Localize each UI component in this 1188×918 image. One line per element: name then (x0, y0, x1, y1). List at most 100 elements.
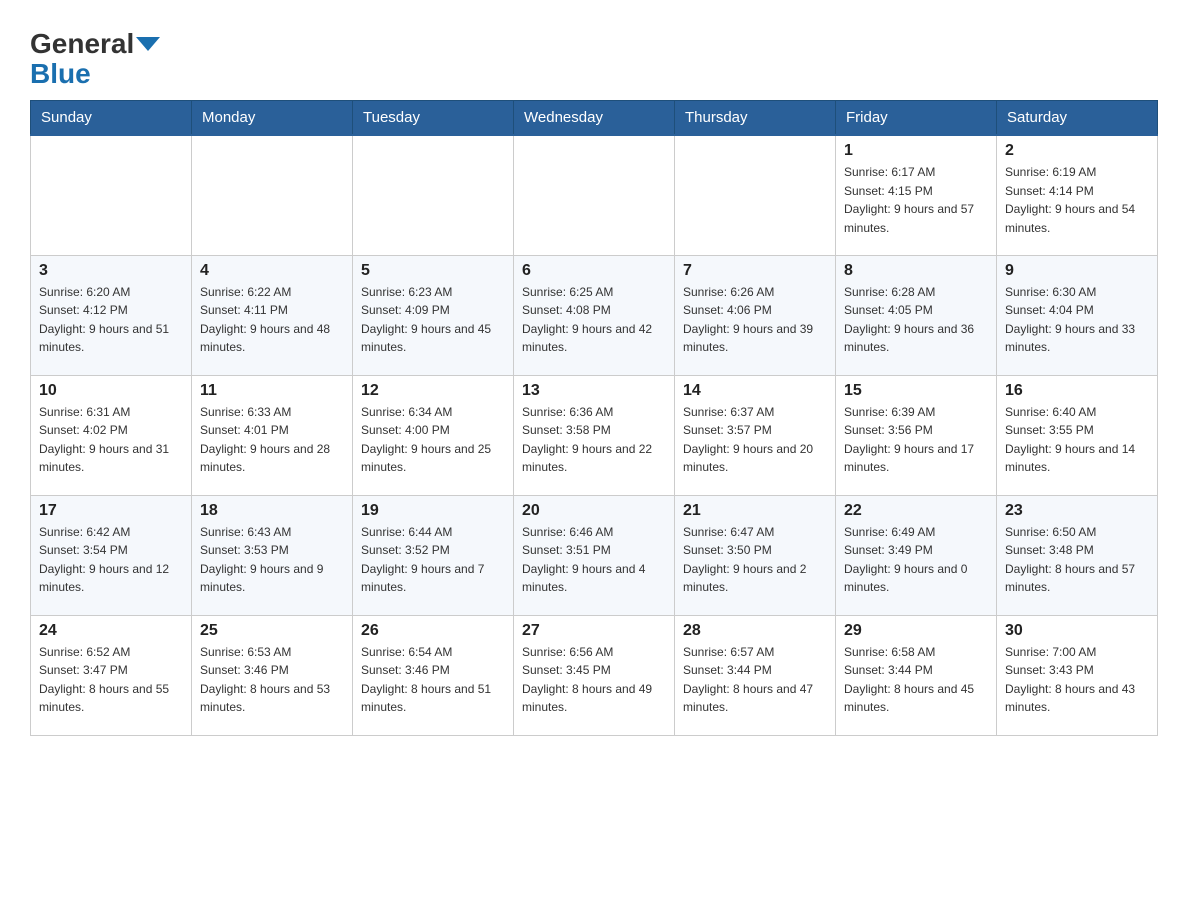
day-info: Sunrise: 6:57 AMSunset: 3:44 PMDaylight:… (683, 643, 827, 717)
calendar-cell: 1 Sunrise: 6:17 AMSunset: 4:15 PMDaylight… (836, 135, 997, 255)
calendar-cell: 29Sunrise: 6:58 AMSunset: 3:44 PMDayligh… (836, 615, 997, 735)
day-info: Sunrise: 6:40 AMSunset: 3:55 PMDaylight:… (1005, 403, 1149, 477)
calendar-cell: 16 Sunrise: 6:40 AMSunset: 3:55 PMDayligh… (997, 375, 1158, 495)
calendar-cell: 8 Sunrise: 6:28 AMSunset: 4:05 PMDaylight… (836, 255, 997, 375)
day-number: 20 (522, 502, 666, 520)
weekday-header-row: SundayMondayTuesdayWednesdayThursdayFrid… (31, 101, 1158, 136)
calendar-cell: 22 Sunrise: 6:49 AMSunset: 3:49 PMDayligh… (836, 495, 997, 615)
calendar-cell: 18Sunrise: 6:43 AMSunset: 3:53 PMDayligh… (192, 495, 353, 615)
day-number: 27 (522, 622, 666, 640)
calendar-cell: 6 Sunrise: 6:25 AMSunset: 4:08 PMDaylight… (514, 255, 675, 375)
day-info: Sunrise: 7:00 AMSunset: 3:43 PMDaylight:… (1005, 643, 1149, 717)
page-header: General Blue (30, 20, 1158, 90)
day-number: 8 (844, 262, 988, 280)
day-number: 13 (522, 382, 666, 400)
calendar-cell: 11 Sunrise: 6:33 AMSunset: 4:01 PMDayligh… (192, 375, 353, 495)
logo-triangle-icon (136, 37, 160, 51)
weekday-header-thursday: Thursday (675, 101, 836, 136)
day-number: 1 (844, 142, 988, 160)
day-info: Sunrise: 6:54 AMSunset: 3:46 PMDaylight:… (361, 643, 505, 717)
day-number: 21 (683, 502, 827, 520)
calendar-cell: 17 Sunrise: 6:42 AMSunset: 3:54 PMDayligh… (31, 495, 192, 615)
day-info: Sunrise: 6:49 AMSunset: 3:49 PMDaylight:… (844, 523, 988, 597)
calendar-cell: 27 Sunrise: 6:56 AMSunset: 3:45 PMDayligh… (514, 615, 675, 735)
day-number: 5 (361, 262, 505, 280)
logo-general-text: General (30, 30, 134, 58)
day-number: 25 (200, 622, 344, 640)
day-number: 24 (39, 622, 183, 640)
calendar-cell (353, 135, 514, 255)
day-info: Sunrise: 6:20 AMSunset: 4:12 PMDaylight:… (39, 283, 183, 357)
calendar-cell (192, 135, 353, 255)
day-number: 19 (361, 502, 505, 520)
weekday-header-sunday: Sunday (31, 101, 192, 136)
calendar-cell: 10Sunrise: 6:31 AMSunset: 4:02 PMDayligh… (31, 375, 192, 495)
day-number: 26 (361, 622, 505, 640)
calendar-cell: 21 Sunrise: 6:47 AMSunset: 3:50 PMDayligh… (675, 495, 836, 615)
day-info: Sunrise: 6:25 AMSunset: 4:08 PMDaylight:… (522, 283, 666, 357)
calendar-cell: 30 Sunrise: 7:00 AMSunset: 3:43 PMDayligh… (997, 615, 1158, 735)
day-number: 30 (1005, 622, 1149, 640)
calendar-week-row: 24Sunrise: 6:52 AMSunset: 3:47 PMDayligh… (31, 615, 1158, 735)
day-info: Sunrise: 6:39 AMSunset: 3:56 PMDaylight:… (844, 403, 988, 477)
calendar-cell: 4Sunrise: 6:22 AMSunset: 4:11 PMDaylight… (192, 255, 353, 375)
calendar-cell: 26 Sunrise: 6:54 AMSunset: 3:46 PMDayligh… (353, 615, 514, 735)
day-info: Sunrise: 6:42 AMSunset: 3:54 PMDaylight:… (39, 523, 183, 597)
weekday-header-friday: Friday (836, 101, 997, 136)
calendar-cell: 20 Sunrise: 6:46 AMSunset: 3:51 PMDayligh… (514, 495, 675, 615)
day-number: 18 (200, 502, 344, 520)
day-info: Sunrise: 6:56 AMSunset: 3:45 PMDaylight:… (522, 643, 666, 717)
day-info: Sunrise: 6:34 AMSunset: 4:00 PMDaylight:… (361, 403, 505, 477)
calendar-cell: 19Sunrise: 6:44 AMSunset: 3:52 PMDayligh… (353, 495, 514, 615)
calendar-cell: 25 Sunrise: 6:53 AMSunset: 3:46 PMDayligh… (192, 615, 353, 735)
calendar-cell: 2Sunrise: 6:19 AMSunset: 4:14 PMDaylight… (997, 135, 1158, 255)
day-number: 6 (522, 262, 666, 280)
calendar-cell: 7Sunrise: 6:26 AMSunset: 4:06 PMDaylight… (675, 255, 836, 375)
day-info: Sunrise: 6:33 AMSunset: 4:01 PMDaylight:… (200, 403, 344, 477)
calendar-cell (514, 135, 675, 255)
day-number: 22 (844, 502, 988, 520)
day-info: Sunrise: 6:19 AMSunset: 4:14 PMDaylight:… (1005, 163, 1149, 237)
day-info: Sunrise: 6:58 AMSunset: 3:44 PMDaylight:… (844, 643, 988, 717)
day-info: Sunrise: 6:26 AMSunset: 4:06 PMDaylight:… (683, 283, 827, 357)
calendar-table: SundayMondayTuesdayWednesdayThursdayFrid… (30, 100, 1158, 736)
calendar-cell: 3 Sunrise: 6:20 AMSunset: 4:12 PMDaylight… (31, 255, 192, 375)
weekday-header-monday: Monday (192, 101, 353, 136)
day-number: 3 (39, 262, 183, 280)
calendar-week-row: 10Sunrise: 6:31 AMSunset: 4:02 PMDayligh… (31, 375, 1158, 495)
day-info: Sunrise: 6:36 AMSunset: 3:58 PMDaylight:… (522, 403, 666, 477)
calendar-cell: 9Sunrise: 6:30 AMSunset: 4:04 PMDaylight… (997, 255, 1158, 375)
calendar-cell: 14Sunrise: 6:37 AMSunset: 3:57 PMDayligh… (675, 375, 836, 495)
day-info: Sunrise: 6:46 AMSunset: 3:51 PMDaylight:… (522, 523, 666, 597)
calendar-cell: 28 Sunrise: 6:57 AMSunset: 3:44 PMDayligh… (675, 615, 836, 735)
day-number: 11 (200, 382, 344, 400)
calendar-cell (31, 135, 192, 255)
day-number: 17 (39, 502, 183, 520)
calendar-cell: 13 Sunrise: 6:36 AMSunset: 3:58 PMDayligh… (514, 375, 675, 495)
calendar-week-row: 1 Sunrise: 6:17 AMSunset: 4:15 PMDaylight… (31, 135, 1158, 255)
day-info: Sunrise: 6:17 AMSunset: 4:15 PMDaylight:… (844, 163, 988, 237)
logo: General Blue (30, 30, 160, 90)
day-number: 14 (683, 382, 827, 400)
calendar-cell: 23 Sunrise: 6:50 AMSunset: 3:48 PMDayligh… (997, 495, 1158, 615)
calendar-week-row: 3 Sunrise: 6:20 AMSunset: 4:12 PMDaylight… (31, 255, 1158, 375)
weekday-header-saturday: Saturday (997, 101, 1158, 136)
day-number: 16 (1005, 382, 1149, 400)
weekday-header-tuesday: Tuesday (353, 101, 514, 136)
day-info: Sunrise: 6:22 AMSunset: 4:11 PMDaylight:… (200, 283, 344, 357)
day-number: 23 (1005, 502, 1149, 520)
day-number: 28 (683, 622, 827, 640)
day-info: Sunrise: 6:47 AMSunset: 3:50 PMDaylight:… (683, 523, 827, 597)
day-number: 15 (844, 382, 988, 400)
day-number: 10 (39, 382, 183, 400)
day-info: Sunrise: 6:50 AMSunset: 3:48 PMDaylight:… (1005, 523, 1149, 597)
calendar-week-row: 17 Sunrise: 6:42 AMSunset: 3:54 PMDayligh… (31, 495, 1158, 615)
calendar-cell: 15 Sunrise: 6:39 AMSunset: 3:56 PMDayligh… (836, 375, 997, 495)
calendar-cell (675, 135, 836, 255)
calendar-cell: 5 Sunrise: 6:23 AMSunset: 4:09 PMDaylight… (353, 255, 514, 375)
weekday-header-wednesday: Wednesday (514, 101, 675, 136)
calendar-cell: 12Sunrise: 6:34 AMSunset: 4:00 PMDayligh… (353, 375, 514, 495)
day-info: Sunrise: 6:23 AMSunset: 4:09 PMDaylight:… (361, 283, 505, 357)
day-info: Sunrise: 6:28 AMSunset: 4:05 PMDaylight:… (844, 283, 988, 357)
day-info: Sunrise: 6:53 AMSunset: 3:46 PMDaylight:… (200, 643, 344, 717)
